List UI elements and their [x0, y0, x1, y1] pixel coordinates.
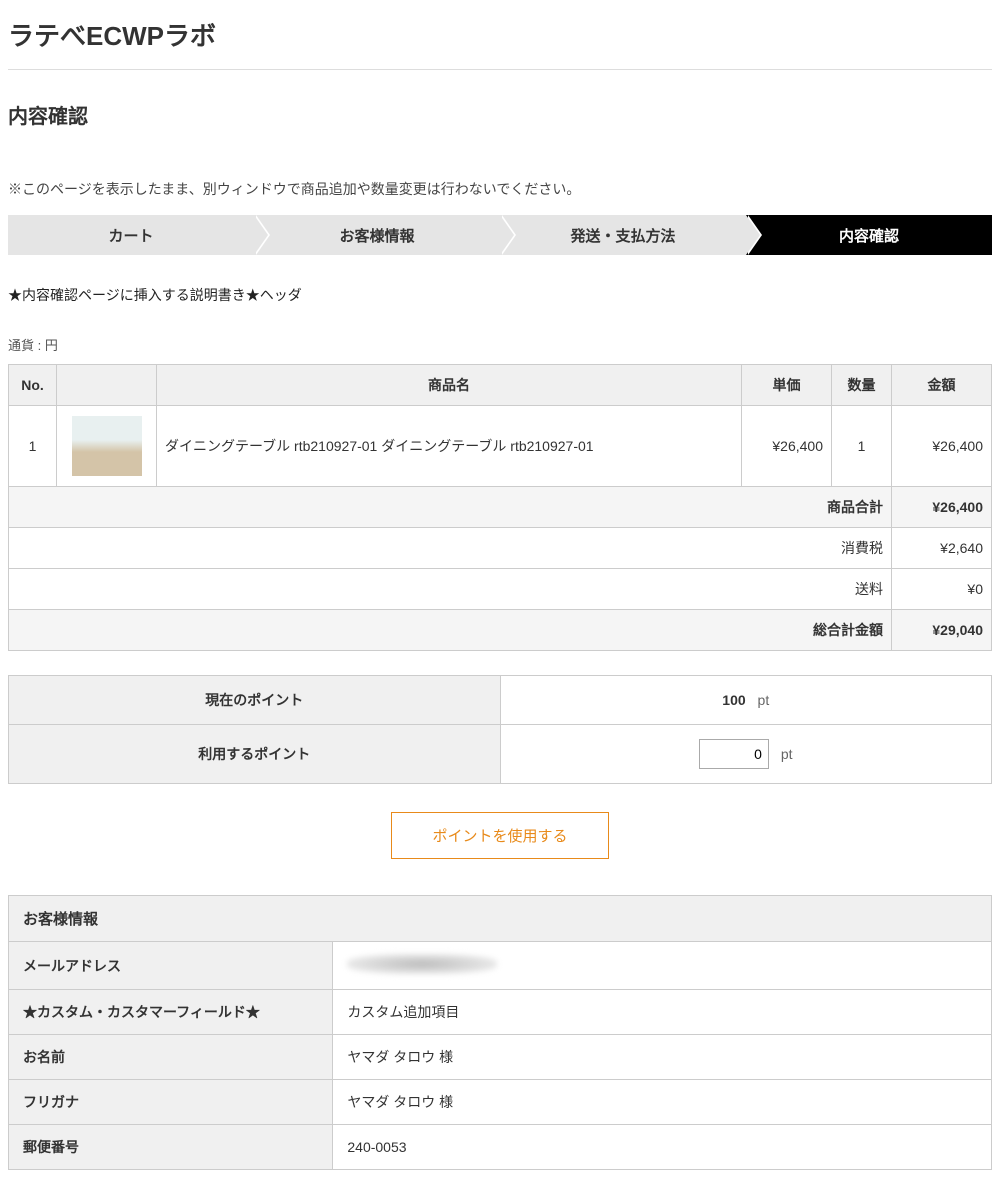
table-row: ★カスタム・カスタマーフィールド★ カスタム追加項目: [9, 990, 992, 1035]
step-delivery[interactable]: 発送・支払方法: [500, 215, 746, 255]
info-label: ★カスタム・カスタマーフィールド★: [9, 990, 333, 1035]
cell-name: ダイニングテーブル rtb210927-01 ダイニングテーブル rtb2109…: [157, 406, 742, 487]
col-thumb: [57, 365, 157, 406]
use-points-button[interactable]: ポイントを使用する: [391, 812, 608, 859]
cell-thumb: [57, 406, 157, 487]
col-qty: 数量: [832, 365, 892, 406]
points-table: 現在のポイント 100 pt 利用するポイント pt: [8, 675, 992, 784]
customer-section-title: お客様情報: [9, 896, 992, 942]
summary-label: 総合計金額: [9, 610, 892, 651]
summary-value: ¥2,640: [892, 528, 992, 569]
points-use-input[interactable]: [699, 739, 769, 769]
table-row: お名前 ヤマダ タロウ 様: [9, 1035, 992, 1080]
info-value: [333, 942, 992, 990]
summary-label: 送料: [9, 569, 892, 610]
info-value: ヤマダ タロウ 様: [333, 1035, 992, 1080]
header-note: ★内容確認ページに挿入する説明書き★ヘッダ: [8, 285, 992, 305]
step-customer[interactable]: お客様情報: [254, 215, 500, 255]
summary-row-shipping: 送料 ¥0: [9, 569, 992, 610]
cell-amount: ¥26,400: [892, 406, 992, 487]
summary-value: ¥26,400: [892, 487, 992, 528]
currency-label: 通貨 : 円: [8, 335, 992, 354]
points-unit: pt: [781, 746, 793, 762]
table-row: フリガナ ヤマダ タロウ 様: [9, 1080, 992, 1125]
summary-row-tax: 消費税 ¥2,640: [9, 528, 992, 569]
summary-label: 商品合計: [9, 487, 892, 528]
cart-table: No. 商品名 単価 数量 金額 1 ダイニングテーブル rtb210927-0…: [8, 364, 992, 651]
cell-qty: 1: [832, 406, 892, 487]
summary-row-subtotal: 商品合計 ¥26,400: [9, 487, 992, 528]
customer-info-table: お客様情報 メールアドレス ★カスタム・カスタマーフィールド★ カスタム追加項目…: [8, 895, 992, 1170]
info-label: メールアドレス: [9, 942, 333, 990]
step-confirm: 内容確認: [746, 215, 992, 255]
points-current-value: 100 pt: [500, 676, 992, 725]
col-amount: 金額: [892, 365, 992, 406]
blurred-email: [347, 954, 497, 974]
cell-no: 1: [9, 406, 57, 487]
table-row: メールアドレス: [9, 942, 992, 990]
divider: [8, 69, 992, 70]
table-row: 郵便番号 240-0053: [9, 1125, 992, 1170]
points-use-label: 利用するポイント: [9, 725, 501, 784]
info-value: 240-0053: [333, 1125, 992, 1170]
step-cart[interactable]: カート: [8, 215, 254, 255]
info-label: フリガナ: [9, 1080, 333, 1125]
col-name: 商品名: [157, 365, 742, 406]
page-heading: 内容確認: [8, 100, 992, 129]
info-label: 郵便番号: [9, 1125, 333, 1170]
summary-label: 消費税: [9, 528, 892, 569]
notice-text: ※このページを表示したまま、別ウィンドウで商品追加や数量変更は行わないでください…: [8, 179, 992, 199]
cell-unit-price: ¥26,400: [742, 406, 832, 487]
summary-value: ¥0: [892, 569, 992, 610]
summary-row-total: 総合計金額 ¥29,040: [9, 610, 992, 651]
info-value: ヤマダ タロウ 様: [333, 1080, 992, 1125]
site-title: ラテべECWPラボ: [8, 10, 992, 53]
info-value: カスタム追加項目: [333, 990, 992, 1035]
summary-value: ¥29,040: [892, 610, 992, 651]
info-label: お名前: [9, 1035, 333, 1080]
table-row: 1 ダイニングテーブル rtb210927-01 ダイニングテーブル rtb21…: [9, 406, 992, 487]
progress-steps: カート お客様情報 発送・支払方法 内容確認: [8, 215, 992, 255]
product-image: [72, 416, 142, 476]
col-no: No.: [9, 365, 57, 406]
col-unit-price: 単価: [742, 365, 832, 406]
points-current-label: 現在のポイント: [9, 676, 501, 725]
